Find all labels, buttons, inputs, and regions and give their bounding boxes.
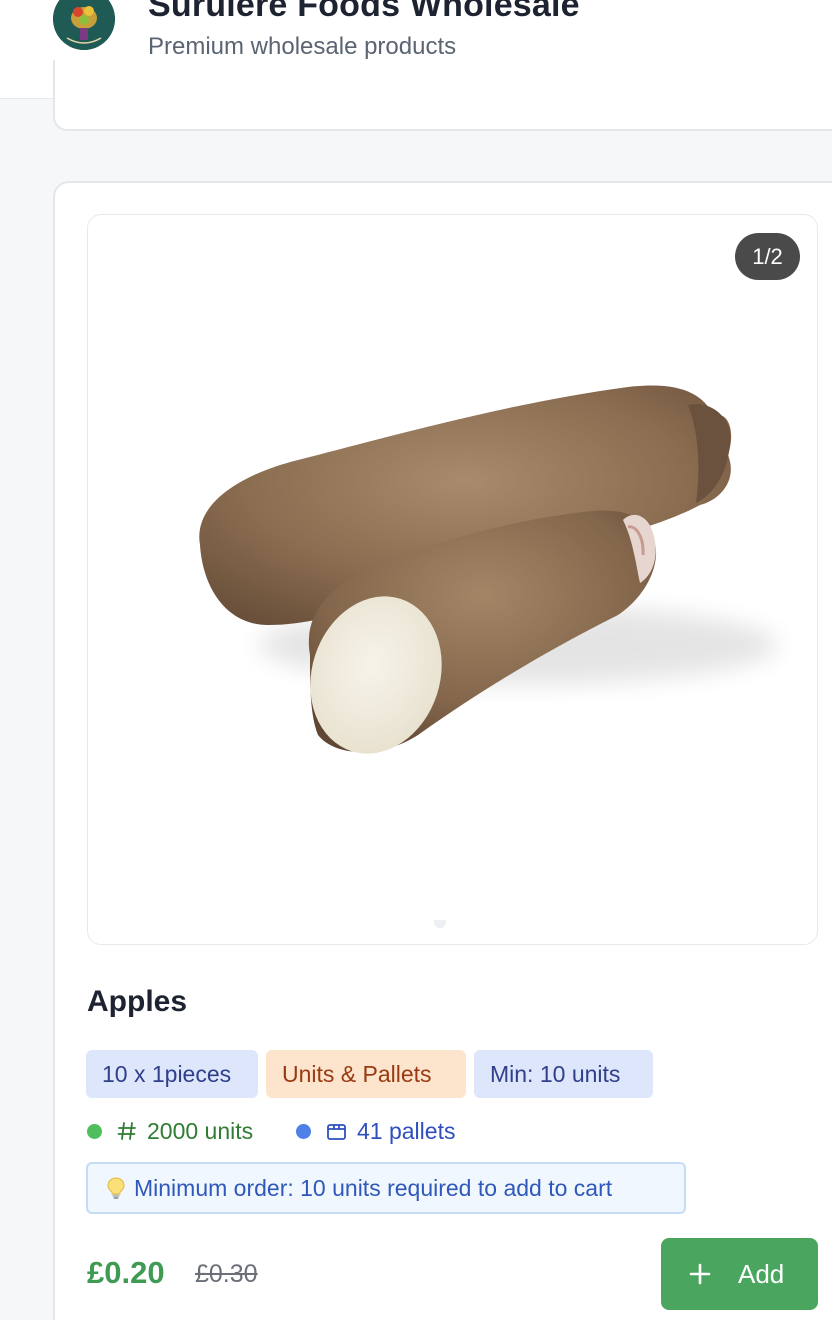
stock-pallets: 41 pallets	[296, 1116, 455, 1146]
store-subtitle: Premium wholesale products	[148, 33, 457, 60]
minimum-order-text: Minimum order: 10 units required to add …	[134, 1174, 613, 1201]
lightbulb-icon	[106, 1176, 126, 1200]
add-to-cart-button[interactable]: Add	[661, 1238, 818, 1310]
stock-units-text: 2000 units	[147, 1117, 254, 1144]
stock-units: 2000 units	[87, 1116, 253, 1146]
product-name: Apples	[87, 985, 188, 1018]
hash-icon	[117, 1121, 137, 1141]
brand-logo[interactable]	[53, 0, 115, 50]
add-button-label: Add	[738, 1258, 785, 1289]
minimum-order-notice: Minimum order: 10 units required to add …	[86, 1162, 686, 1214]
store-title: Surulere Foods Wholesale	[148, 0, 580, 24]
plus-icon	[688, 1262, 712, 1286]
package-icon	[326, 1121, 347, 1142]
pallet-stock-dot	[296, 1123, 311, 1139]
current-price: £0.20	[87, 1255, 165, 1290]
product-image[interactable]	[87, 214, 818, 945]
image-counter-badge: 1/2	[735, 233, 800, 280]
min-order-badge: Min: 10 units	[474, 1050, 653, 1098]
previous-product-card	[53, 60, 832, 131]
stock-pallets-text: 41 pallets	[357, 1117, 456, 1144]
in-stock-dot	[87, 1123, 102, 1139]
original-price: £0.30	[195, 1260, 258, 1288]
pack-size-badge: 10 x 1pieces	[86, 1050, 258, 1098]
sale-type-badge: Units & Pallets	[266, 1050, 466, 1098]
